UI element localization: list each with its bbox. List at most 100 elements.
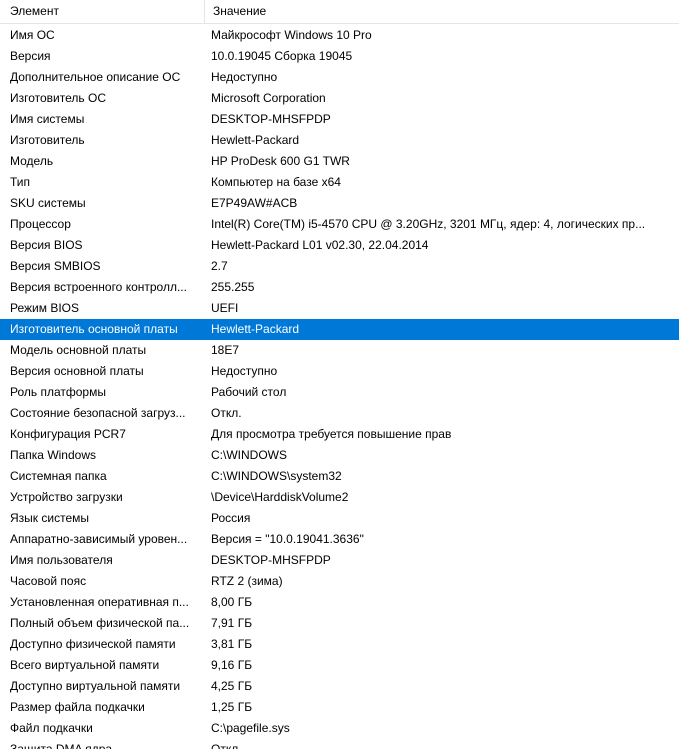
row-element-name: Версия [10, 49, 51, 63]
table-row[interactable]: Изготовитель основной платы Hewlett-Packa… [0, 319, 679, 340]
table-row[interactable]: Защита DMA ядра Откл. [0, 739, 679, 749]
table-row[interactable]: Тип Компьютер на базе x64 [0, 172, 679, 193]
row-element-value: HP ProDesk 600 G1 TWR [211, 154, 350, 168]
row-element-name: Процессор [10, 217, 71, 231]
table-row[interactable]: Роль платформы Рабочий стол [0, 382, 679, 403]
row-element-name: Изготовитель основной платы [10, 322, 178, 336]
row-element-value: C:\WINDOWS\system32 [211, 469, 342, 483]
table-row[interactable]: Имя пользователя DESKTOP-MHSFPDP [0, 550, 679, 571]
table-row[interactable]: Версия SMBIOS 2.7 [0, 256, 679, 277]
row-element-name: Версия основной платы [10, 364, 144, 378]
row-element-name: Модель основной платы [10, 343, 147, 357]
system-summary-list[interactable]: Элемент Значение Имя ОС Майкрософт Window… [0, 0, 679, 749]
table-row[interactable]: Изготовитель ОС Microsoft Corporation [0, 88, 679, 109]
row-element-name: Защита DMA ядра [10, 742, 113, 749]
list-header: Элемент Значение [0, 0, 679, 24]
row-element-name: Установленная оперативная п... [10, 595, 189, 609]
row-element-name: Устройство загрузки [10, 490, 123, 504]
row-element-value: Hewlett-Packard [211, 133, 300, 147]
row-element-value: RTZ 2 (зима) [211, 574, 283, 588]
row-element-name: Имя ОС [10, 28, 55, 42]
row-element-value: Hewlett-Packard [211, 322, 300, 336]
table-row[interactable]: Файл подкачки C:\pagefile.sys [0, 718, 679, 739]
table-row[interactable]: Имя системы DESKTOP-MHSFPDP [0, 109, 679, 130]
table-row[interactable]: Полный объем физической па... 7,91 ГБ [0, 613, 679, 634]
row-element-name: Всего виртуальной памяти [10, 658, 160, 672]
table-row[interactable]: Устройство загрузки \Device\HarddiskVolum… [0, 487, 679, 508]
table-row[interactable]: Размер файла подкачки 1,25 ГБ [0, 697, 679, 718]
row-element-name: Аппаратно-зависимый уровен... [10, 532, 188, 546]
table-row[interactable]: Процессор Intel(R) Core(TM) i5-4570 CPU @… [0, 214, 679, 235]
row-element-name: Дополнительное описание ОС [10, 70, 181, 84]
row-element-value: 7,91 ГБ [211, 616, 253, 630]
table-row[interactable]: Имя ОС Майкрософт Windows 10 Pro [0, 25, 679, 46]
row-element-name: Доступно физической памяти [10, 637, 176, 651]
table-row[interactable]: Версия BIOS Hewlett-Packard L01 v02.30, 2… [0, 235, 679, 256]
row-element-value: Недоступно [211, 364, 278, 378]
row-element-value: 8,00 ГБ [211, 595, 253, 609]
table-row[interactable]: Изготовитель Hewlett-Packard [0, 130, 679, 151]
table-row[interactable]: Доступно виртуальной памяти 4,25 ГБ [0, 676, 679, 697]
row-element-value: 3,81 ГБ [211, 637, 253, 651]
row-element-name: Версия SMBIOS [10, 259, 101, 273]
row-element-value: C:\pagefile.sys [211, 721, 290, 735]
row-element-value: E7P49AW#ACB [211, 196, 298, 210]
table-row[interactable]: Состояние безопасной загруз... Откл. [0, 403, 679, 424]
row-element-name: Роль платформы [10, 385, 106, 399]
row-element-name: Часовой пояс [10, 574, 87, 588]
table-row[interactable]: Модель основной платы 18E7 [0, 340, 679, 361]
row-element-value: 2.7 [211, 259, 228, 273]
table-row[interactable]: Конфигурация PCR7 Для просмотра требуется… [0, 424, 679, 445]
row-element-value: Версия = "10.0.19041.3636" [211, 532, 364, 546]
table-row[interactable]: SKU системы E7P49AW#ACB [0, 193, 679, 214]
row-element-value: UEFI [211, 301, 239, 315]
row-element-name: Папка Windows [10, 448, 96, 462]
row-element-name: Доступно виртуальной памяти [10, 679, 181, 693]
row-element-name: Версия BIOS [10, 238, 83, 252]
table-row[interactable]: Часовой пояс RTZ 2 (зима) [0, 571, 679, 592]
row-element-value: Компьютер на базе x64 [211, 175, 341, 189]
row-element-value: Майкрософт Windows 10 Pro [211, 28, 372, 42]
table-row[interactable]: Модель HP ProDesk 600 G1 TWR [0, 151, 679, 172]
table-row[interactable]: Всего виртуальной памяти 9,16 ГБ [0, 655, 679, 676]
row-element-name: Системная папка [10, 469, 107, 483]
row-element-value: Откл. [211, 406, 242, 420]
table-row[interactable]: Системная папка C:\WINDOWS\system32 [0, 466, 679, 487]
row-element-name: Конфигурация PCR7 [10, 427, 126, 441]
row-element-value: 255.255 [211, 280, 255, 294]
row-element-name: Модель [10, 154, 54, 168]
row-element-value: Для просмотра требуется повышение прав [211, 427, 452, 441]
table-row[interactable]: Дополнительное описание ОС Недоступно [0, 67, 679, 88]
row-element-value: 1,25 ГБ [211, 700, 253, 714]
table-row[interactable]: Версия основной платы Недоступно [0, 361, 679, 382]
row-element-name: Состояние безопасной загруз... [10, 406, 186, 420]
table-row[interactable]: Аппаратно-зависимый уровен... Версия = "1… [0, 529, 679, 550]
row-element-name: Имя пользователя [10, 553, 113, 567]
column-header-element[interactable]: Элемент [0, 0, 205, 23]
table-row[interactable]: Версия 10.0.19045 Сборка 19045 [0, 46, 679, 67]
row-element-value: C:\WINDOWS [211, 448, 287, 462]
row-element-value: Россия [211, 511, 251, 525]
row-element-name: Изготовитель [10, 133, 85, 147]
row-element-name: SKU системы [10, 196, 86, 210]
row-element-name: Изготовитель ОС [10, 91, 106, 105]
row-element-name: Версия встроенного контролл... [10, 280, 187, 294]
row-element-value: 4,25 ГБ [211, 679, 253, 693]
column-header-value[interactable]: Значение [205, 0, 679, 23]
table-row[interactable]: Версия встроенного контролл... 255.255 [0, 277, 679, 298]
table-row[interactable]: Установленная оперативная п... 8,00 ГБ [0, 592, 679, 613]
table-row[interactable]: Доступно физической памяти 3,81 ГБ [0, 634, 679, 655]
row-element-value: Недоступно [211, 70, 278, 84]
row-element-value: Hewlett-Packard L01 v02.30, 22.04.2014 [211, 238, 429, 252]
row-element-value: Microsoft Corporation [211, 91, 326, 105]
row-element-value: DESKTOP-MHSFPDP [211, 553, 331, 567]
row-element-value: Рабочий стол [211, 385, 287, 399]
row-element-value: DESKTOP-MHSFPDP [211, 112, 331, 126]
row-element-value: Откл. [211, 742, 242, 749]
row-element-name: Режим BIOS [10, 301, 80, 315]
row-element-value: 9,16 ГБ [211, 658, 253, 672]
table-row[interactable]: Режим BIOS UEFI [0, 298, 679, 319]
row-element-name: Полный объем физической па... [10, 616, 190, 630]
table-row[interactable]: Язык системы Россия [0, 508, 679, 529]
table-row[interactable]: Папка Windows C:\WINDOWS [0, 445, 679, 466]
